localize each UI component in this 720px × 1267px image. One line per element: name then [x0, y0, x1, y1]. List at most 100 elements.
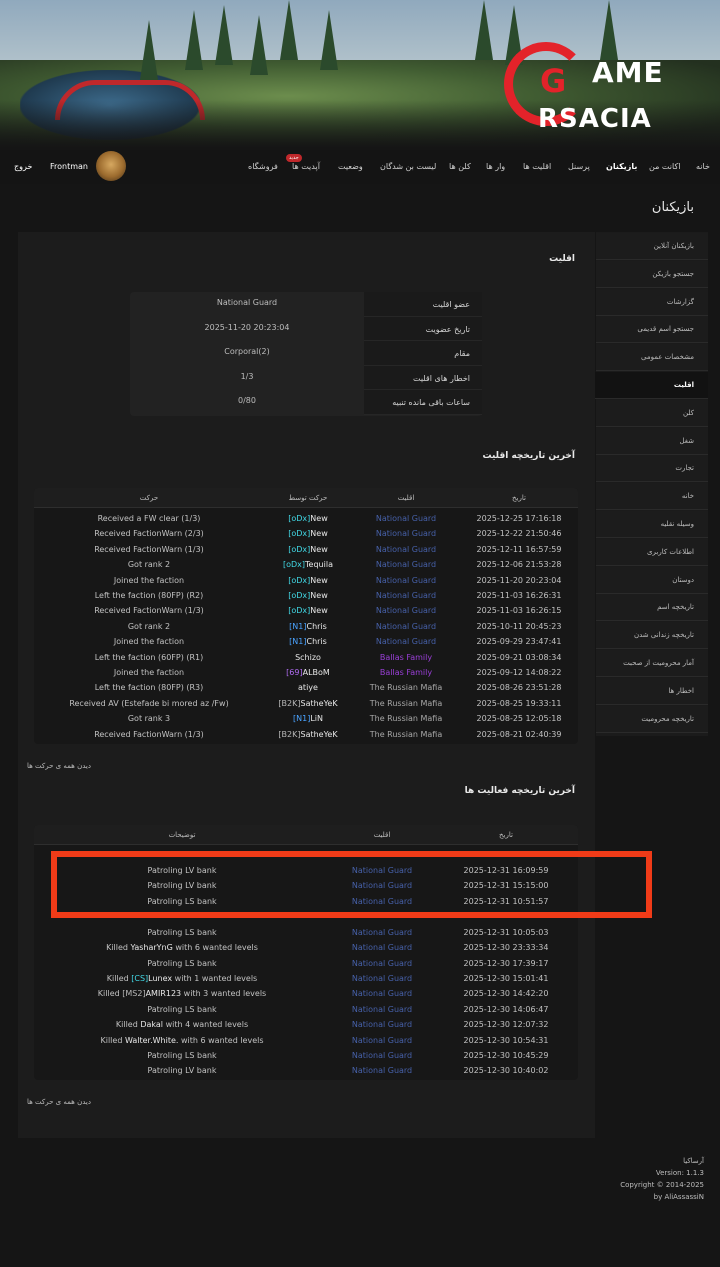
nav-clans[interactable]: کلن ها	[449, 162, 471, 171]
cell-faction[interactable]: National Guard	[352, 622, 460, 631]
nav-factions[interactable]: اقلیت ها	[523, 162, 551, 171]
nav-staff[interactable]: پرسنل	[568, 162, 590, 171]
cell-by[interactable]: [oDx]New	[264, 576, 352, 585]
sidebar-item[interactable]: تاریخچه زندانی شدن	[596, 622, 708, 650]
sidebar-item[interactable]: وسیله نقلیه	[596, 511, 708, 538]
view-all-faction-actions-link[interactable]: دیدن همه ی حرکت ها	[27, 762, 91, 770]
cell-faction[interactable]: National Guard	[352, 606, 460, 615]
nav-my-account[interactable]: اکانت من	[649, 162, 680, 171]
desc-post: Patroling LS bank	[147, 1050, 217, 1060]
player-tag: [B2K]	[278, 698, 301, 708]
cell-faction[interactable]: Ballas Family	[352, 653, 460, 662]
desc-pre: Killed	[97, 989, 123, 999]
cell-faction[interactable]: National Guard	[330, 1036, 434, 1045]
player-name[interactable]: Dakal	[140, 1020, 163, 1029]
cell-action: Got rank 2	[127, 560, 171, 570]
sidebar-item[interactable]: تجارت	[596, 455, 708, 483]
cell-faction[interactable]: National Guard	[352, 514, 460, 523]
cell-faction[interactable]: National Guard	[330, 943, 434, 952]
cell-by[interactable]: [oDx]New	[264, 514, 352, 523]
cell-faction[interactable]: National Guard	[352, 560, 460, 569]
table-row: 2025-12-30 14:06:47 National Guard Patroli…	[34, 1003, 578, 1018]
cell-faction[interactable]: The Russian Mafia	[352, 683, 460, 692]
cell-by[interactable]: [oDx]New	[264, 545, 352, 554]
cell-faction[interactable]: National Guard	[330, 1051, 434, 1060]
cell-desc: Killed Dakal with 4 wanted levels	[34, 1020, 330, 1029]
sidebar-item[interactable]: گزارشات	[596, 288, 708, 316]
sidebar-item[interactable]: جستجو بازیکن	[596, 260, 708, 288]
cell-faction[interactable]: National Guard	[330, 959, 434, 968]
cell-by[interactable]: [N1]Chris	[264, 637, 352, 646]
cell-by[interactable]: [oDx]New	[264, 606, 352, 615]
tree-icon	[140, 20, 158, 80]
logout-link[interactable]: خروج	[14, 162, 32, 171]
cell-faction[interactable]: National Guard	[352, 591, 460, 600]
table-row: 2025-09-12 14:08:22 Ballas Family [69]ALBo…	[34, 666, 578, 681]
sidebar-item[interactable]: مشخصات عمومی	[596, 344, 708, 372]
nav-players[interactable]: بازیکنان	[606, 162, 637, 171]
player-name[interactable]: YasharYnG	[131, 943, 173, 952]
cell-faction[interactable]: National Guard	[352, 545, 460, 554]
cell-by[interactable]: [oDx]Tequila	[264, 560, 352, 569]
cell-faction[interactable]: National Guard	[352, 637, 460, 646]
nav-home[interactable]: خانه	[696, 162, 710, 171]
table-row: 2025-12-30 14:42:20 National Guard Killed …	[34, 987, 578, 1002]
sidebar-item[interactable]: اخطار ها	[596, 677, 708, 705]
sidebar-item[interactable]: کلن	[596, 399, 708, 427]
sidebar-item[interactable]: اقلیت	[592, 372, 708, 399]
player-name[interactable]: Walter.White.	[125, 1036, 178, 1045]
site-logo[interactable]: G AME RSACIA	[500, 38, 710, 148]
sidebar-item[interactable]: آمار محرومیت از صحبت	[596, 650, 708, 677]
table-row: 2025-12-30 17:39:17 National Guard Patroli…	[34, 957, 578, 972]
cell-by[interactable]: [oDx]New	[264, 529, 352, 538]
footer-author: by AliAssassiN	[653, 1193, 704, 1201]
sidebar-item[interactable]: شغل	[596, 427, 708, 455]
cell-by[interactable]: atiye	[264, 683, 352, 692]
cell-by[interactable]: [B2K]SatheYeK	[264, 699, 352, 708]
sidebar-item[interactable]: تاریخچه اسم	[596, 594, 708, 622]
cell-faction[interactable]: National Guard	[352, 529, 460, 538]
info-row: Corporal(2) مقام	[130, 341, 482, 366]
cell-by[interactable]: [69]ALBoM	[264, 668, 352, 677]
player-name[interactable]: Lunex	[148, 974, 172, 983]
tree-icon	[250, 15, 268, 75]
cell-by[interactable]: [oDx]New	[264, 591, 352, 600]
sidebar-item[interactable]: اطلاعات کاربری	[596, 538, 708, 566]
cell-faction[interactable]: The Russian Mafia	[352, 730, 460, 739]
nav-updates[interactable]: جدید آپدیت ها	[286, 154, 320, 171]
sidebar-item[interactable]: تاریخچه محرومیت	[596, 705, 708, 733]
player-tag: [B2K]	[278, 729, 301, 739]
table-row: 2025-12-30 10:45:29 National Guard Patroli…	[34, 1049, 578, 1064]
cell-faction[interactable]: The Russian Mafia	[352, 699, 460, 708]
nav-shop[interactable]: فروشگاه	[248, 162, 278, 171]
cell-by[interactable]: [N1]LiN	[264, 714, 352, 723]
cell-action: Received FactionWarn (1/3)	[94, 729, 204, 739]
sidebar-item[interactable]: بازیکنان آنلاین	[596, 233, 708, 260]
cell-faction[interactable]: National Guard	[352, 576, 460, 585]
cell-by[interactable]: Schizo	[264, 653, 352, 662]
cell-desc: Killed Walter.White. with 6 wanted level…	[34, 1036, 330, 1045]
cell-faction[interactable]: National Guard	[330, 974, 434, 983]
sidebar-item[interactable]: دوستان	[596, 566, 708, 594]
cell-faction[interactable]: National Guard	[330, 1020, 434, 1029]
info-label: عضو اقلیت	[364, 292, 482, 317]
cell-faction[interactable]: National Guard	[330, 989, 434, 998]
sidebar-item[interactable]: خانه	[596, 483, 708, 511]
cell-faction[interactable]: The Russian Mafia	[352, 714, 460, 723]
view-all-activities-link[interactable]: دیدن همه ی حرکت ها	[27, 1098, 91, 1106]
cell-faction[interactable]: National Guard	[330, 1066, 434, 1075]
table-header: تاریخ اقلیت توضیحات	[34, 825, 578, 845]
cell-faction[interactable]: National Guard	[330, 928, 434, 937]
cell-by[interactable]: [N1]Chris	[264, 622, 352, 631]
cell-faction[interactable]: Ballas Family	[352, 668, 460, 677]
nav-status[interactable]: وضعیت	[338, 162, 363, 171]
nav-wars[interactable]: وار ها	[486, 162, 505, 171]
cell-faction[interactable]: National Guard	[330, 1005, 434, 1014]
nav-banlist[interactable]: لیست بن شدگان	[380, 162, 436, 171]
cell-by[interactable]: [B2K]SatheYeK	[264, 730, 352, 739]
sidebar-item[interactable]: جستجو اسم قدیمی	[596, 316, 708, 344]
user-avatar[interactable]	[96, 151, 126, 181]
cell-action: Joined the faction	[113, 668, 185, 677]
username[interactable]: Frontman	[50, 162, 88, 171]
player-name[interactable]: AMIR123	[146, 989, 182, 998]
